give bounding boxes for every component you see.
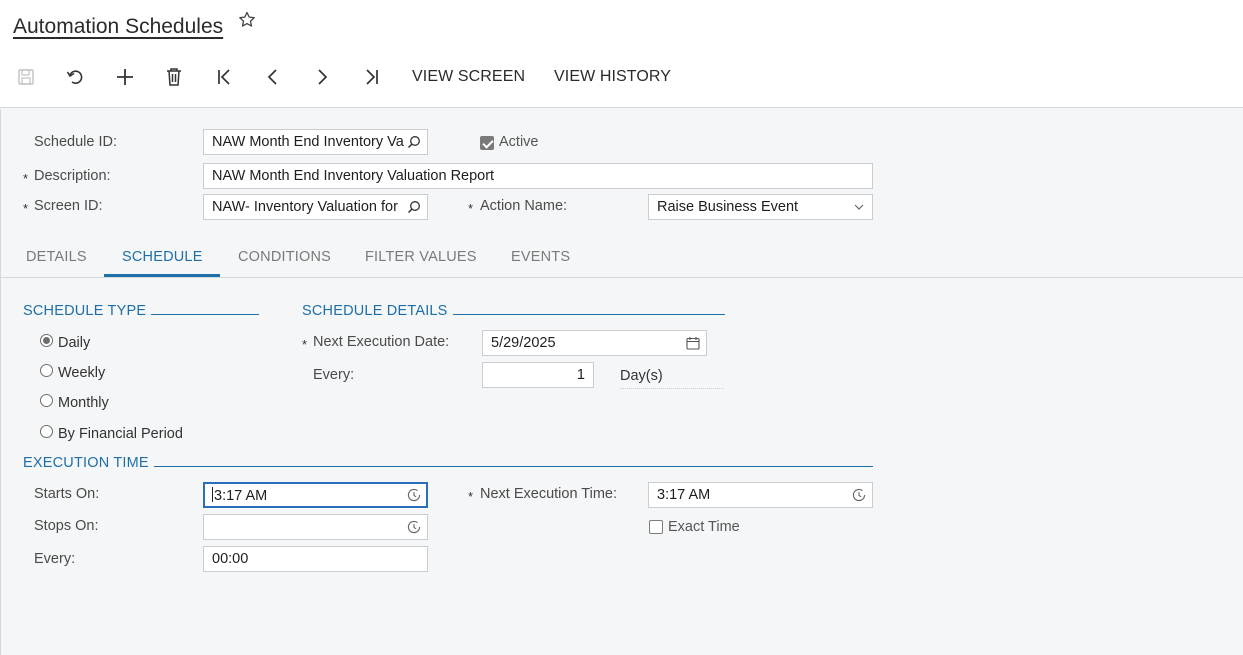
stops-on-label: Stops On:: [34, 518, 99, 534]
radio-by-financial-period[interactable]: [40, 425, 53, 438]
required-marker: *: [468, 201, 474, 216]
schedule-details-heading: SCHEDULE DETAILS: [302, 303, 448, 319]
tab-divider: [1, 277, 1243, 278]
schedule-type-heading: SCHEDULE TYPE: [23, 303, 147, 319]
tab-events[interactable]: EVENTS: [511, 249, 570, 265]
description-input[interactable]: NAW Month End Inventory Valuation Report: [203, 163, 873, 189]
radio-monthly-label: Monthly: [58, 395, 109, 411]
view-screen-button[interactable]: VIEW SCREEN: [412, 68, 525, 86]
radio-by-financial-period-label: By Financial Period: [58, 426, 183, 442]
schedule-id-input[interactable]: NAW Month End Inventory Va: [203, 129, 428, 155]
radio-monthly[interactable]: [40, 394, 53, 407]
next-execution-date-input[interactable]: 5/29/2025: [482, 330, 707, 356]
exact-time-checkbox[interactable]: [649, 520, 663, 534]
schedule-every-value: 1: [576, 367, 585, 383]
page-title[interactable]: Automation Schedules: [13, 15, 223, 39]
execution-every-input[interactable]: 00:00: [203, 546, 428, 572]
description-value: NAW Month End Inventory Valuation Report: [212, 168, 495, 184]
action-name-select[interactable]: Raise Business Event: [648, 194, 873, 220]
calendar-icon[interactable]: [686, 336, 700, 350]
screen-id-value: NAW- Inventory Valuation for: [212, 199, 398, 215]
next-execution-time-label: Next Execution Time:: [480, 486, 617, 502]
required-marker: *: [23, 201, 29, 216]
next-execution-date-label: Next Execution Date:: [313, 334, 450, 350]
radio-daily[interactable]: [40, 334, 53, 347]
starts-on-input[interactable]: 3:17 AM: [203, 482, 428, 508]
section-rule: [453, 314, 725, 315]
radio-daily-label: Daily: [58, 335, 91, 351]
star-icon[interactable]: [238, 11, 256, 29]
schedule-id-label: Schedule ID:: [34, 134, 118, 150]
schedule-every-label: Every:: [313, 367, 355, 383]
next-execution-time-input[interactable]: 3:17 AM: [648, 482, 873, 508]
schedule-id-value: NAW Month End Inventory Va: [212, 134, 404, 150]
view-history-button[interactable]: VIEW HISTORY: [554, 68, 671, 86]
section-rule: [151, 314, 259, 315]
chevron-down-icon: [852, 200, 866, 214]
radio-weekly-label: Weekly: [58, 365, 106, 381]
active-checkbox[interactable]: [480, 136, 494, 150]
screen-id-input[interactable]: NAW- Inventory Valuation for: [203, 194, 428, 220]
active-label: Active: [499, 134, 539, 150]
tab-schedule[interactable]: SCHEDULE: [122, 249, 203, 265]
required-marker: *: [302, 337, 308, 352]
description-label: Description:: [34, 168, 111, 184]
next-record-icon[interactable]: [311, 66, 333, 88]
undo-icon[interactable]: [64, 66, 86, 88]
action-name-value: Raise Business Event: [657, 199, 799, 215]
tab-details[interactable]: DETAILS: [26, 249, 87, 265]
search-icon[interactable]: [407, 200, 421, 214]
clock-icon[interactable]: [407, 520, 421, 534]
required-marker: *: [23, 171, 29, 186]
next-execution-date-value: 5/29/2025: [491, 335, 556, 351]
add-icon[interactable]: [114, 66, 136, 88]
save-icon[interactable]: [15, 66, 37, 88]
starts-on-label: Starts On:: [34, 486, 100, 502]
exact-time-label: Exact Time: [668, 519, 740, 535]
section-rule: [154, 466, 873, 467]
starts-on-value: 3:17 AM: [214, 488, 268, 504]
clock-icon[interactable]: [852, 488, 866, 502]
action-name-label: Action Name:: [480, 198, 568, 214]
last-record-icon[interactable]: [361, 66, 383, 88]
first-record-icon[interactable]: [213, 66, 235, 88]
page-header: Automation Schedules VIEW SCREEN VIEW HI…: [0, 0, 1243, 108]
execution-every-value: 00:00: [212, 551, 249, 567]
tab-filter-values[interactable]: FILTER VALUES: [365, 249, 477, 265]
schedule-every-input[interactable]: 1: [482, 362, 594, 388]
screen-id-label: Screen ID:: [34, 198, 103, 214]
schedule-every-unit: Day(s): [620, 368, 724, 389]
form-area: Schedule ID: NAW Month End Inventory Va …: [0, 109, 1243, 655]
previous-record-icon[interactable]: [262, 66, 284, 88]
delete-icon[interactable]: [163, 66, 185, 88]
execution-time-heading: EXECUTION TIME: [23, 455, 149, 471]
search-icon[interactable]: [407, 135, 421, 149]
required-marker: *: [468, 489, 474, 504]
next-execution-time-value: 3:17 AM: [657, 487, 711, 503]
stops-on-input[interactable]: [203, 514, 428, 540]
clock-icon[interactable]: [407, 488, 421, 502]
radio-weekly[interactable]: [40, 364, 53, 377]
execution-every-label: Every:: [34, 551, 76, 567]
text-cursor: [212, 487, 213, 502]
tab-conditions[interactable]: CONDITIONS: [238, 249, 331, 265]
